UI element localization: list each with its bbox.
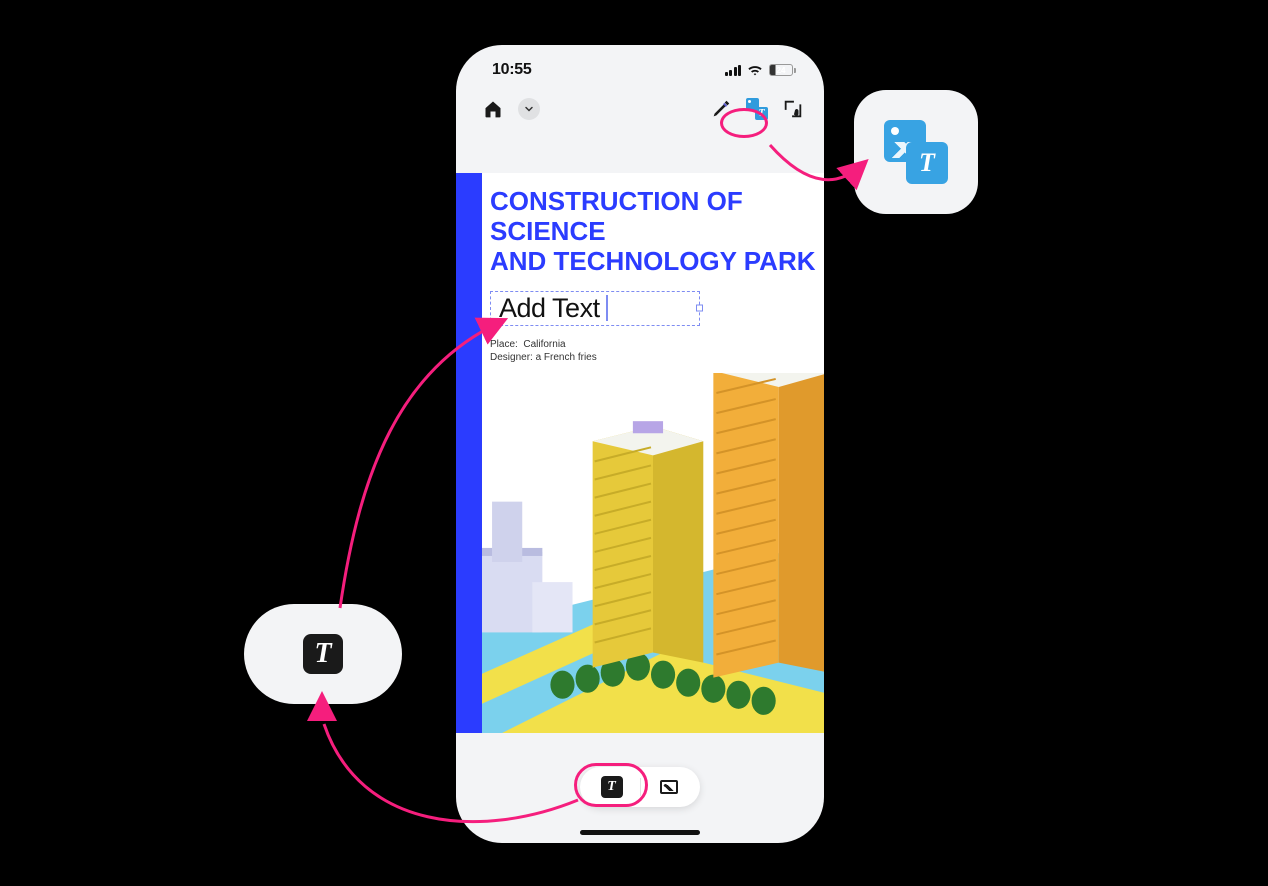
battery-icon: 24 — [769, 64, 796, 76]
callout-bubble-image-text: T — [854, 90, 978, 214]
add-text-placeholder: Add Text — [499, 293, 600, 324]
cellular-signal-icon — [725, 64, 742, 76]
text-caret — [606, 295, 608, 321]
image-text-icon: T — [746, 98, 768, 120]
bottom-dock: T — [580, 767, 700, 807]
image-text-icon: T — [884, 120, 948, 184]
chevron-down-icon — [523, 103, 535, 115]
wifi-icon — [747, 64, 763, 76]
highlighter-button[interactable] — [710, 98, 732, 120]
page-spine — [456, 173, 482, 733]
home-icon — [483, 99, 503, 119]
phone-frame: 10:55 24 — [456, 45, 824, 843]
image-text-button[interactable]: T — [746, 98, 768, 120]
top-toolbar: T — [456, 89, 824, 133]
home-button[interactable] — [482, 98, 504, 120]
dropdown-button[interactable] — [518, 98, 540, 120]
image-tool-icon — [660, 780, 678, 794]
image-tool-button[interactable] — [649, 773, 689, 801]
document-viewport[interactable]: CONSTRUCTION OF SCIENCE AND TECHNOLOGY P… — [456, 173, 824, 733]
crop-touch-button[interactable] — [782, 98, 804, 120]
document-meta: Place: California Designer: a French fri… — [490, 338, 816, 365]
statusbar-time: 10:55 — [492, 61, 531, 79]
statusbar-tray: 24 — [725, 64, 797, 76]
crop-touch-icon — [782, 98, 804, 120]
resize-handle-right[interactable] — [696, 305, 703, 312]
text-tool-icon: T — [601, 776, 623, 798]
highlighter-icon — [710, 98, 732, 120]
document-illustration — [482, 373, 824, 733]
add-text-field[interactable]: Add Text — [490, 291, 700, 326]
text-tool-button[interactable]: T — [592, 773, 632, 801]
text-tool-icon: T — [303, 634, 343, 674]
statusbar: 10:55 24 — [456, 45, 824, 89]
home-indicator — [580, 830, 700, 835]
document-title: CONSTRUCTION OF SCIENCE AND TECHNOLOGY P… — [490, 187, 816, 277]
dock-separator — [640, 778, 641, 796]
callout-bubble-text-tool: T — [244, 604, 402, 704]
